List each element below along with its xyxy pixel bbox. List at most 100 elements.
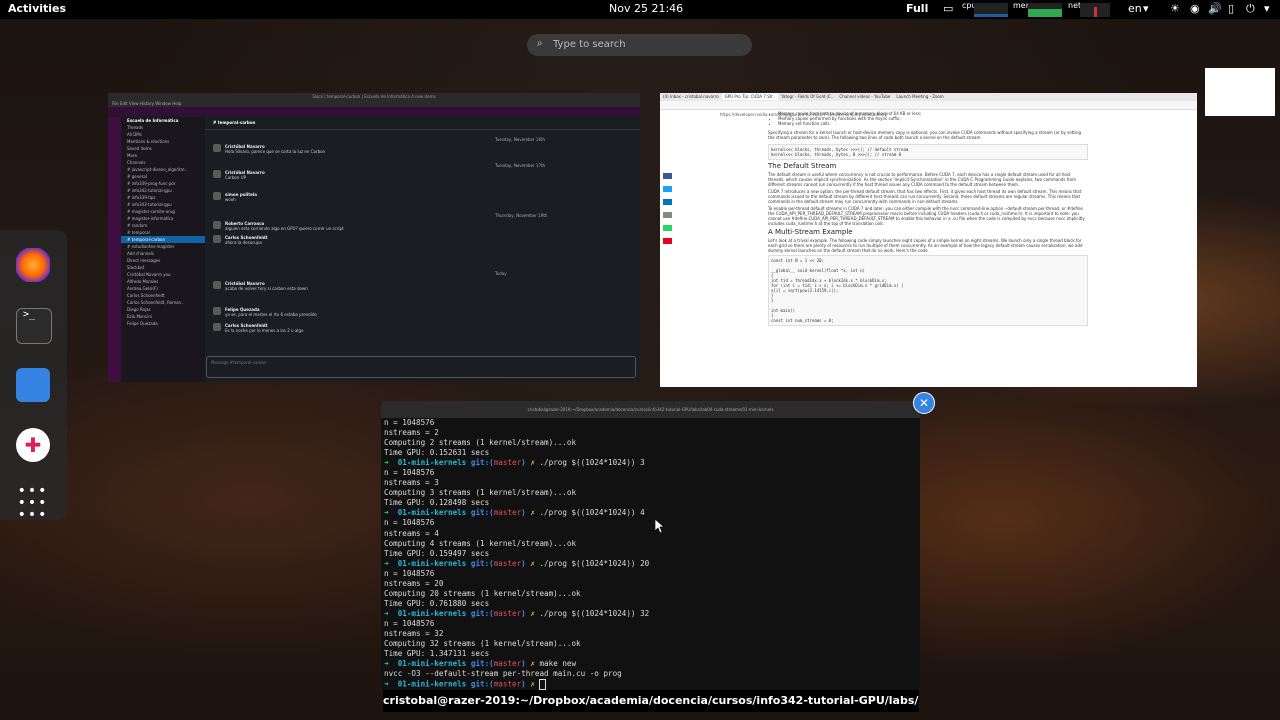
avatar[interactable]: [213, 221, 221, 229]
file-manager-icon[interactable]: [16, 368, 50, 402]
slack-window[interactable]: Slack | temporal-curbon | Escuela de Inf…: [108, 93, 640, 382]
avatar[interactable]: [213, 170, 221, 178]
net-monitor[interactable]: [1080, 3, 1110, 17]
address-bar[interactable]: https://developer.nvidia.com/blog/gpu-pr…: [660, 101, 1197, 117]
sidebar-item[interactable]: Alfredo Morales: [121, 278, 205, 285]
sidebar-item[interactable]: Mentions & reactions: [121, 138, 205, 145]
terminal-title-bar[interactable]: cristobal@razer-2019:~/Dropbox/academia/…: [381, 401, 920, 418]
search-icon: ⌕: [537, 38, 543, 49]
full-indicator[interactable]: Full: [906, 2, 928, 15]
message: Cristóbal Navarro acabo de volver tery si…: [213, 281, 308, 291]
sidebar-item[interactable]: # temporal-carbon: [121, 236, 205, 243]
browser-window[interactable]: (4) Inbox - cristobal.navarro GPU Pro Tip…: [660, 93, 1197, 387]
prompt-dir: 01-mini-kernels: [397, 608, 471, 618]
message-body: Cristóbal Navarro Carbon UP: [225, 170, 265, 180]
channel-title[interactable]: # temporal-carbon: [213, 120, 255, 125]
message-text: alguien esta corriendo algo en GPU? quie…: [225, 226, 344, 231]
wifi-icon[interactable]: ◉: [1190, 2, 1200, 15]
sidebar-item[interactable]: # info339-prog-func-por: [121, 180, 205, 187]
sidebar-item[interactable]: Add channels: [121, 250, 205, 257]
terminal-icon[interactable]: >_: [16, 308, 52, 344]
prompt-dir: 01-mini-kernels: [397, 508, 471, 518]
brightness-icon[interactable]: ☀: [1170, 2, 1180, 15]
sidebar-item[interactable]: Ezio Mancini: [121, 313, 205, 320]
sidebar-item[interactable]: # estudiantes-magister: [121, 243, 205, 250]
avatar[interactable]: [213, 307, 221, 315]
battery-icon[interactable]: ▯: [1228, 2, 1234, 15]
whatsapp-share-icon[interactable]: [663, 225, 672, 231]
firefox-icon[interactable]: [16, 248, 50, 282]
avatar[interactable]: [213, 323, 221, 331]
sidebar-item[interactable]: Slackbot: [121, 264, 205, 271]
browser-tab[interactable]: Launch Meeting - Zoom: [893, 93, 946, 100]
sidebar-item[interactable]: Carlos Schoenfeldt: [121, 292, 205, 299]
browser-tab[interactable]: Yatogr - Fields Of Gold (C..: [778, 93, 836, 100]
terminal-line: n = 1048576: [384, 518, 435, 528]
sidebar-item[interactable]: # random: [121, 222, 205, 229]
workspace-rail[interactable]: [108, 117, 121, 382]
linkedin-share-icon[interactable]: [663, 199, 672, 205]
sidebar-item[interactable]: # javascript-diseno_algoritm..: [121, 166, 205, 173]
show-apps-icon[interactable]: ••• ••• •••: [16, 484, 50, 522]
sidebar-item[interactable]: # magister-informatica: [121, 215, 205, 222]
sidebar-item[interactable]: Threads: [121, 124, 205, 131]
power-icon[interactable]: ⏻: [1246, 2, 1255, 16]
workspace-name[interactable]: Escuela de Informática: [121, 117, 205, 124]
sidebar-item[interactable]: Felipe Quezada: [121, 320, 205, 327]
message: Felipe Quezada ya se, para el martes el r…: [213, 307, 317, 317]
sidebar-item[interactable]: # info342-tutorial-gpu: [121, 187, 205, 194]
dropdown-icon[interactable]: ▾: [1143, 2, 1149, 15]
browser-tab-strip[interactable]: (4) Inbox - cristobal.navarro GPU Pro Tip…: [660, 93, 1197, 101]
sidebar-item[interactable]: All DMs: [121, 131, 205, 138]
terminal-line: ➜ 01-mini-kernels git:(master) ✗ ./prog …: [384, 609, 649, 619]
sidebar-item[interactable]: Andrea Gelsi(F): [121, 285, 205, 292]
mem-monitor[interactable]: [1028, 3, 1062, 17]
avatar[interactable]: [213, 192, 221, 200]
activities-button[interactable]: Activities: [8, 2, 66, 15]
message-text: ya se, para el martes el rtx 6 estaba pr…: [225, 312, 317, 317]
avatar[interactable]: [213, 144, 221, 152]
message-composer[interactable]: Message #temporal-carbon: [206, 356, 636, 378]
sidebar-item[interactable]: Channels: [121, 159, 205, 166]
slack-sidebar[interactable]: Escuela de Informática Threads All DMs Men…: [121, 117, 205, 382]
facebook-share-icon[interactable]: [663, 173, 672, 179]
window-icon[interactable]: ▭: [943, 2, 953, 15]
sidebar-item[interactable]: Saved items: [121, 145, 205, 152]
sidebar-item[interactable]: # magister-comite-orug: [121, 208, 205, 215]
slack-title-bar[interactable]: Slack | temporal-curbon | Escuela de Inf…: [108, 93, 640, 101]
slack-icon[interactable]: ✚: [16, 428, 50, 462]
prompt-git-close: ): [521, 558, 531, 568]
email-share-icon[interactable]: [663, 212, 672, 218]
sidebar-item[interactable]: Direct messages: [121, 257, 205, 264]
cpu-monitor[interactable]: [974, 3, 1008, 17]
sidebar-item[interactable]: Carlos Schoenfeldt, Roman..: [121, 299, 205, 306]
twitter-share-icon[interactable]: [663, 186, 672, 192]
clock[interactable]: Nov 25 21:46: [609, 2, 683, 15]
sidebar-item[interactable]: # info339-tips: [121, 194, 205, 201]
terminal-line: nstreams = 4: [384, 528, 439, 538]
close-icon[interactable]: ✕: [913, 392, 935, 414]
sidebar-item[interactable]: # info342-tutorial-gpu: [121, 201, 205, 208]
search-field[interactable]: ⌕ Type to search: [527, 34, 752, 56]
dropdown-icon-2[interactable]: ▾: [1264, 2, 1270, 15]
volume-icon[interactable]: 🔊: [1208, 2, 1222, 15]
sidebar-item[interactable]: # temporal: [121, 229, 205, 236]
prompt-arrow: ➜: [384, 659, 398, 669]
sidebar-item[interactable]: Diego Rojas: [121, 306, 205, 313]
day-divider: Tuesday, November 16th: [495, 137, 546, 142]
browser-tab[interactable]: GPU Pro Tip: CUDA 7 Str..: [721, 93, 779, 100]
terminal-window[interactable]: cristobal@razer-2019:~/Dropbox/academia/…: [381, 401, 920, 690]
prompt-branch: master: [493, 659, 522, 669]
avatar[interactable]: [213, 235, 221, 243]
sidebar-item[interactable]: Cristóbal Navarro you: [121, 271, 205, 278]
pinterest-share-icon[interactable]: [663, 238, 672, 244]
prompt-arrow: ➜: [384, 508, 398, 518]
terminal-output[interactable]: n = 1048576 nstreams = 2 Computing 2 strea…: [384, 418, 649, 690]
language-selector[interactable]: en: [1128, 2, 1142, 15]
sidebar-item[interactable]: More: [121, 152, 205, 159]
browser-tab[interactable]: (4) Inbox - cristobal.navarro: [660, 93, 722, 100]
avatar[interactable]: [213, 281, 221, 289]
browser-tab[interactable]: Channel videos - YouTube: [836, 93, 893, 100]
message-text: Carbon UP: [225, 175, 247, 180]
sidebar-item[interactable]: # general: [121, 173, 205, 180]
